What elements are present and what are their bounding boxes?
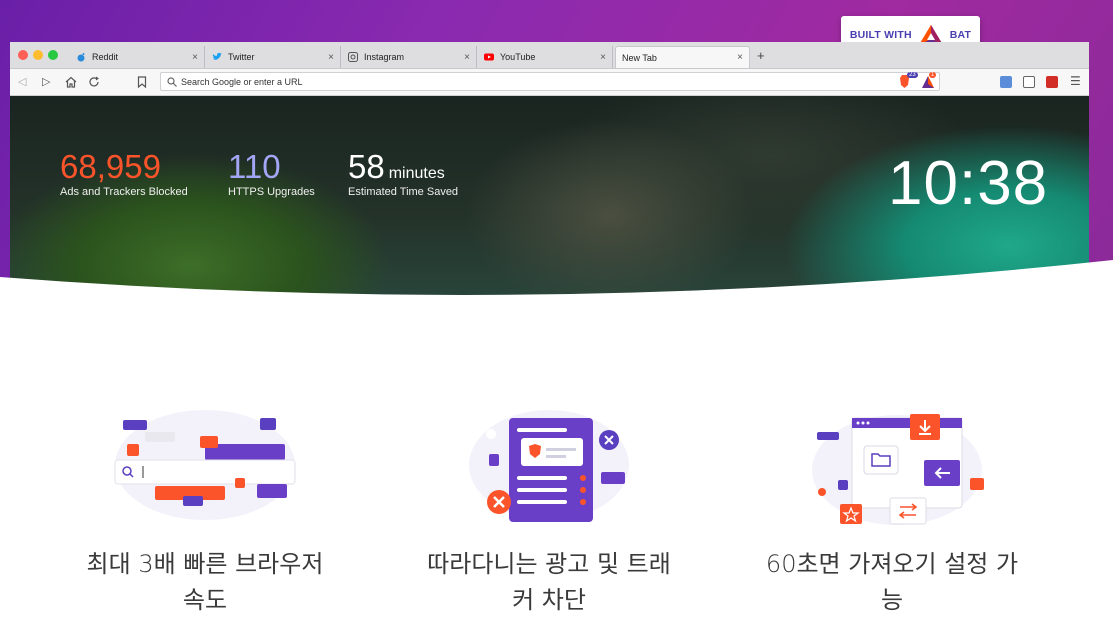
ads-blocked-count: 68,959 — [60, 148, 161, 185]
badge-suffix: BAT — [949, 28, 972, 41]
time-saved-unit: minutes — [388, 165, 445, 182]
feature-import-settings-text: 60초면 가져오기 설정 가능 — [765, 550, 1019, 614]
feature-import-settings: 60초면 가져오기 설정 가능 — [742, 400, 1042, 618]
tab-bar: Reddit × Twitter × Instagram × YouTube ×… — [10, 42, 1089, 69]
features-section: 최대 3배 빠른 브라우저 속도 따라다니는 광고 및 트래커 차단 60초면 … — [0, 400, 1113, 641]
feature-ad-blocking: 따라다니는 광고 및 트래커 차단 — [399, 400, 699, 618]
extension-instagram-icon[interactable] — [1023, 76, 1035, 88]
new-tab-button[interactable]: + — [757, 48, 765, 63]
minimize-window-button[interactable] — [33, 50, 43, 60]
back-icon[interactable]: ◁ — [18, 75, 26, 88]
url-bar[interactable] — [160, 72, 940, 91]
feature-speed-text: 최대 3배 빠른 브라우저 속도 — [86, 550, 324, 614]
home-icon[interactable] — [65, 76, 77, 88]
time-saved-count: 58 minutes — [348, 150, 445, 183]
ad-blocking-illustration-icon — [469, 410, 629, 522]
youtube-icon — [484, 53, 494, 61]
clock: 10:38 — [888, 149, 1049, 218]
time-saved-value: 58 — [348, 148, 385, 185]
maximize-window-button[interactable] — [48, 50, 58, 60]
tab-close-button[interactable]: × — [464, 52, 470, 63]
tab-label: New Tab — [622, 52, 657, 63]
hero-curve-divider — [0, 260, 1113, 320]
tab-close-button[interactable]: × — [737, 52, 743, 63]
ads-blocked-label: Ads and Trackers Blocked — [60, 186, 188, 198]
tab-label: Reddit — [92, 52, 119, 62]
menu-icon[interactable]: ☰ — [1070, 74, 1081, 88]
extension-lastpass-icon[interactable] — [1046, 76, 1058, 88]
forward-icon[interactable]: ▷ — [42, 75, 50, 88]
tab-reddit[interactable]: Reddit × — [70, 46, 205, 68]
speed-illustration-icon — [114, 410, 296, 520]
tab-label: Twitter — [228, 52, 255, 62]
reddit-icon — [77, 53, 85, 62]
https-upgrades-label: HTTPS Upgrades — [228, 186, 315, 198]
feature-ad-blocking-text: 따라다니는 광고 및 트래커 차단 — [427, 550, 671, 614]
tab-label: YouTube — [500, 52, 536, 62]
badge-prefix: BUILT WITH — [849, 28, 912, 41]
tab-label: Instagram — [364, 52, 405, 62]
twitter-icon — [212, 52, 222, 60]
extension-translate-icon[interactable] — [1000, 76, 1012, 88]
url-input[interactable] — [177, 76, 881, 87]
tab-close-button[interactable]: × — [192, 52, 198, 63]
shields-count-badge: 23 — [907, 72, 918, 78]
toolbar: ◁ ▷ 23 1 ☰ — [10, 69, 1089, 96]
time-saved-label: Estimated Time Saved — [348, 186, 459, 198]
tab-youtube[interactable]: YouTube × — [478, 46, 613, 68]
instagram-icon — [348, 52, 358, 62]
close-window-button[interactable] — [18, 50, 28, 60]
feature-speed: 최대 3배 빠른 브라우저 속도 — [55, 400, 355, 618]
tab-close-button[interactable]: × — [328, 52, 334, 63]
reload-icon[interactable] — [88, 76, 100, 88]
tab-new-tab[interactable]: New Tab × — [615, 46, 750, 68]
tab-twitter[interactable]: Twitter × — [206, 46, 341, 68]
bookmark-icon[interactable] — [137, 76, 147, 88]
tab-instagram[interactable]: Instagram × — [342, 46, 477, 68]
search-icon — [167, 76, 177, 87]
https-upgrades-count: 110 — [228, 148, 281, 185]
import-settings-illustration-icon — [812, 414, 984, 525]
tab-close-button[interactable]: × — [600, 52, 606, 63]
